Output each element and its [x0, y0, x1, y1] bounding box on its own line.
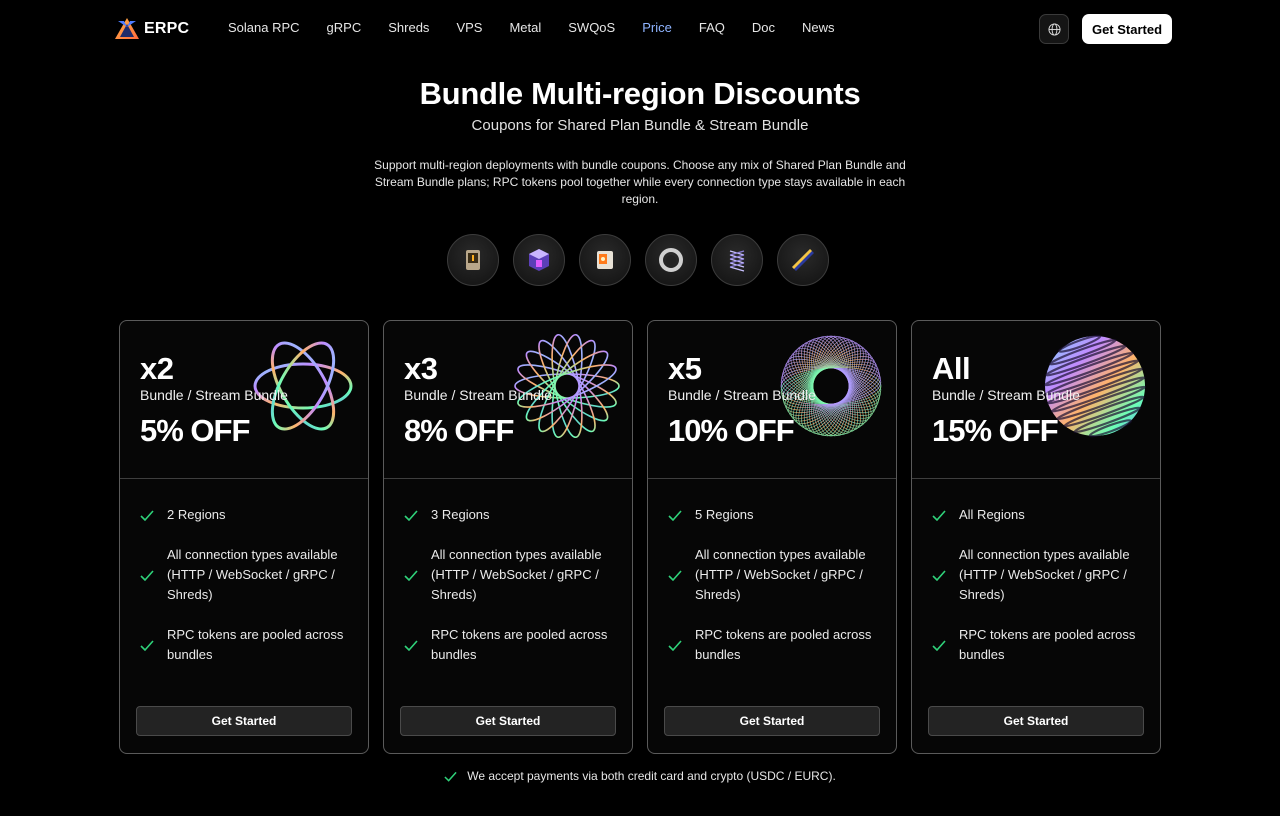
card-plan: Bundle / Stream Bundle	[932, 387, 1080, 403]
nav-link-swqos[interactable]: SWQoS	[568, 20, 615, 35]
card-discount: 10% OFF	[668, 413, 795, 448]
check-icon	[668, 569, 682, 581]
feature-item: RPC tokens are pooled across bundles	[140, 625, 355, 665]
feature-text: RPC tokens are pooled across bundles	[167, 627, 344, 662]
feature-list: 2 Regions All connection types available …	[140, 505, 355, 685]
feature-item: 2 Regions	[140, 505, 355, 525]
page-subtitle: Coupons for Shared Plan Bundle & Stream …	[471, 117, 809, 134]
card-plan: Bundle / Stream Bundle	[668, 387, 816, 403]
nav-link-shreds[interactable]: Shreds	[388, 20, 429, 35]
helix-icon	[711, 234, 763, 286]
feature-text: All connection types available (HTTP / W…	[167, 547, 338, 602]
nav-link-faq[interactable]: FAQ	[699, 20, 725, 35]
feature-item: 5 Regions	[668, 505, 883, 525]
check-icon	[140, 509, 154, 521]
logo-icon	[115, 18, 139, 39]
feature-text: RPC tokens are pooled across bundles	[431, 627, 608, 662]
feature-item: All connection types available (HTTP / W…	[932, 545, 1147, 605]
product-icons	[447, 234, 829, 286]
page-title: Bundle Multi-region Discounts	[419, 76, 861, 111]
pricing-card-x2: x2 Bundle / Stream Bundle 5% OFF 2 Region…	[119, 320, 369, 754]
check-icon	[404, 639, 418, 651]
pricing-cards: x2 Bundle / Stream Bundle 5% OFF 2 Region…	[119, 320, 1161, 754]
check-icon	[444, 771, 457, 782]
feature-text: 2 Regions	[167, 507, 226, 522]
card-header: x5 Bundle / Stream Bundle 10% OFF	[648, 321, 896, 479]
card-discount: 15% OFF	[932, 413, 1059, 448]
top-nav: ERPC Solana RPC gRPC Shreds VPS Metal SWQoS Pr…	[0, 0, 1280, 58]
page-description: Support multi-region deployments with bu…	[374, 158, 906, 206]
nav-link-solana-rpc[interactable]: Solana RPC	[228, 20, 300, 35]
feature-list: 3 Regions All connection types available …	[404, 505, 619, 685]
feature-text: All Regions	[959, 507, 1025, 522]
nav-links: Solana RPC gRPC Shreds VPS Metal SWQoS Price FA…	[228, 20, 862, 35]
brand-logo[interactable]: ERPC	[114, 16, 189, 42]
feature-item: RPC tokens are pooled across bundles	[932, 625, 1147, 665]
pricing-card-all: All Bundle / Stream Bundle 15% OFF All Re…	[911, 320, 1161, 754]
nav-link-price[interactable]: Price	[642, 20, 672, 35]
card-get-started-button[interactable]: Get Started	[136, 706, 352, 736]
card-discount: 5% OFF	[140, 413, 250, 448]
card-tier: x3	[404, 351, 438, 386]
check-icon	[404, 569, 418, 581]
get-started-button[interactable]: Get Started	[1082, 14, 1172, 44]
card-tier: x5	[668, 351, 702, 386]
pricing-card-x3: x3 Bundle / Stream Bundle 8% OFF 3 Region…	[383, 320, 633, 754]
card-header: All Bundle / Stream Bundle 15% OFF	[912, 321, 1160, 479]
check-icon	[668, 639, 682, 651]
rings-art-icon	[253, 341, 353, 431]
language-button[interactable]	[1039, 14, 1069, 44]
nav-link-grpc[interactable]: gRPC	[327, 20, 362, 35]
feature-text: RPC tokens are pooled across bundles	[695, 627, 872, 662]
ring-icon	[645, 234, 697, 286]
check-icon	[668, 509, 682, 521]
payment-note: We accept payments via both credit card …	[0, 769, 1280, 783]
check-icon	[140, 639, 154, 651]
check-icon	[932, 569, 946, 581]
cube-icon	[513, 234, 565, 286]
feature-item: 3 Regions	[404, 505, 619, 525]
card-tier: All	[932, 351, 971, 386]
card-get-started-button[interactable]: Get Started	[400, 706, 616, 736]
payment-note-text: We accept payments via both credit card …	[467, 769, 836, 783]
feature-text: 3 Regions	[431, 507, 490, 522]
feature-item: RPC tokens are pooled across bundles	[668, 625, 883, 665]
check-icon	[932, 509, 946, 521]
check-icon	[404, 509, 418, 521]
feature-text: 5 Regions	[695, 507, 754, 522]
feature-list: All Regions All connection types availabl…	[932, 505, 1147, 685]
nav-link-vps[interactable]: VPS	[456, 20, 482, 35]
nav-link-news[interactable]: News	[802, 20, 835, 35]
card-tier: x2	[140, 351, 174, 386]
box-icon	[579, 234, 631, 286]
card-discount: 8% OFF	[404, 413, 514, 448]
feature-text: RPC tokens are pooled across bundles	[959, 627, 1136, 662]
feature-text: All connection types available (HTTP / W…	[695, 547, 866, 602]
feature-item: All connection types available (HTTP / W…	[668, 545, 883, 605]
card-get-started-button[interactable]: Get Started	[664, 706, 880, 736]
blade-icon	[777, 234, 829, 286]
feature-list: 5 Regions All connection types available …	[668, 505, 883, 685]
card-header: x2 Bundle / Stream Bundle 5% OFF	[120, 321, 368, 479]
server-icon	[447, 234, 499, 286]
flower-art-icon	[514, 333, 620, 439]
feature-item: All connection types available (HTTP / W…	[140, 545, 355, 605]
card-plan: Bundle / Stream Bundle	[404, 387, 552, 403]
nav-link-doc[interactable]: Doc	[752, 20, 775, 35]
feature-item: All connection types available (HTTP / W…	[404, 545, 619, 605]
globe-icon	[1047, 22, 1061, 36]
feature-item: All Regions	[932, 505, 1147, 525]
nav-link-metal[interactable]: Metal	[509, 20, 541, 35]
brand-name: ERPC	[144, 20, 190, 37]
feature-text: All connection types available (HTTP / W…	[959, 547, 1130, 602]
check-icon	[140, 569, 154, 581]
card-header: x3 Bundle / Stream Bundle 8% OFF	[384, 321, 632, 479]
feature-text: All connection types available (HTTP / W…	[431, 547, 602, 602]
feature-item: RPC tokens are pooled across bundles	[404, 625, 619, 665]
card-get-started-button[interactable]: Get Started	[928, 706, 1144, 736]
pricing-card-x5: x5 Bundle / Stream Bundle 10% OFF 5 Regio…	[647, 320, 897, 754]
card-plan: Bundle / Stream Bundle	[140, 387, 288, 403]
check-icon	[932, 639, 946, 651]
